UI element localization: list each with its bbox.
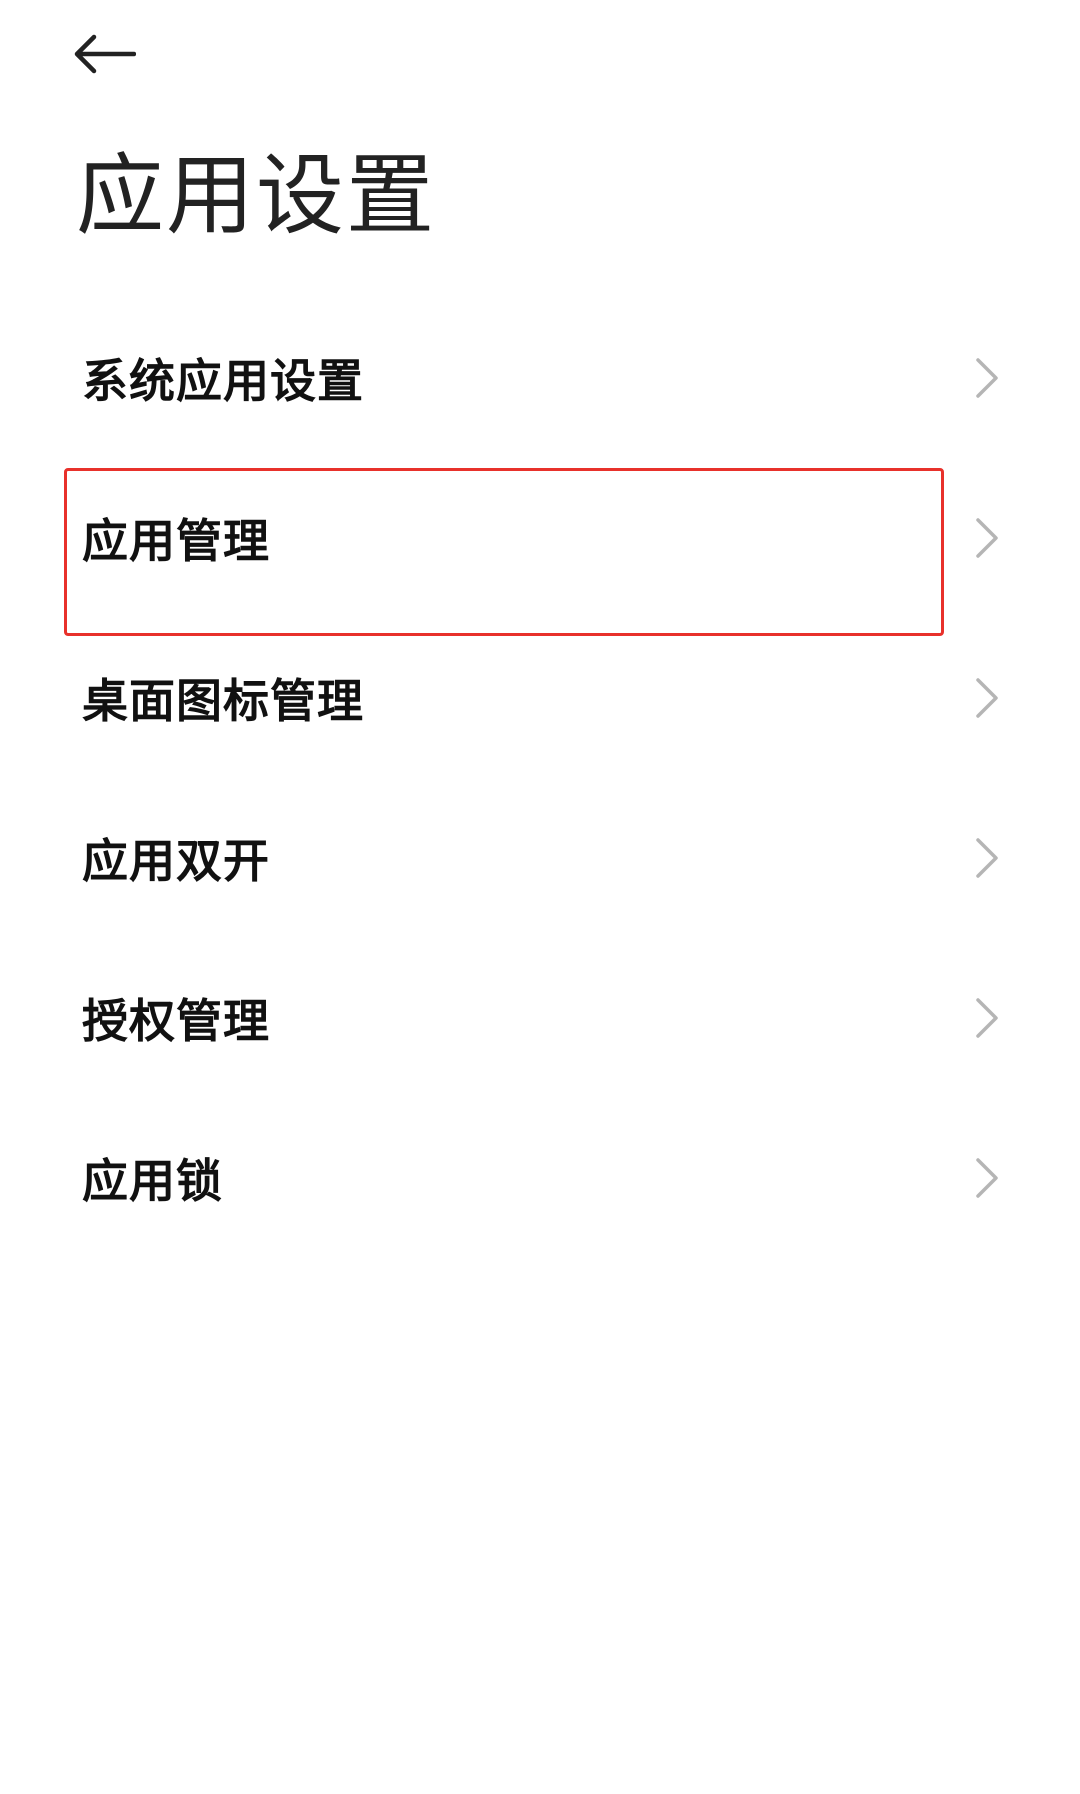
chevron-right-icon — [976, 1158, 998, 1198]
list-item-label: 应用锁 — [82, 1154, 223, 1208]
chevron-right-icon — [976, 518, 998, 558]
list-item-app-management[interactable]: 应用管理 — [0, 458, 1080, 636]
list-item-dual-apps[interactable]: 应用双开 — [0, 778, 1080, 938]
chevron-right-icon — [976, 678, 998, 718]
chevron-right-icon — [976, 998, 998, 1038]
list-item-app-lock[interactable]: 应用锁 — [0, 1098, 1080, 1258]
back-button[interactable] — [74, 12, 158, 96]
list-item-permission-management[interactable]: 授权管理 — [0, 938, 1080, 1098]
list-item-label: 授权管理 — [82, 994, 270, 1048]
list-item-label: 应用双开 — [82, 834, 270, 888]
arrow-left-icon — [74, 34, 136, 74]
chevron-right-icon — [976, 838, 998, 878]
list-item-label: 应用管理 — [82, 514, 270, 568]
list-item-system-app-settings[interactable]: 系统应用设置 — [0, 298, 1080, 458]
list-item-label: 系统应用设置 — [82, 354, 364, 408]
page-title: 应用设置 — [76, 144, 437, 247]
settings-list: 系统应用设置 应用管理 桌面图标管理 应用双开 授权管理 应用锁 — [0, 298, 1080, 1258]
chevron-right-icon — [976, 358, 998, 398]
list-item-label: 桌面图标管理 — [82, 674, 364, 728]
list-item-desktop-icon-management[interactable]: 桌面图标管理 — [0, 618, 1080, 778]
